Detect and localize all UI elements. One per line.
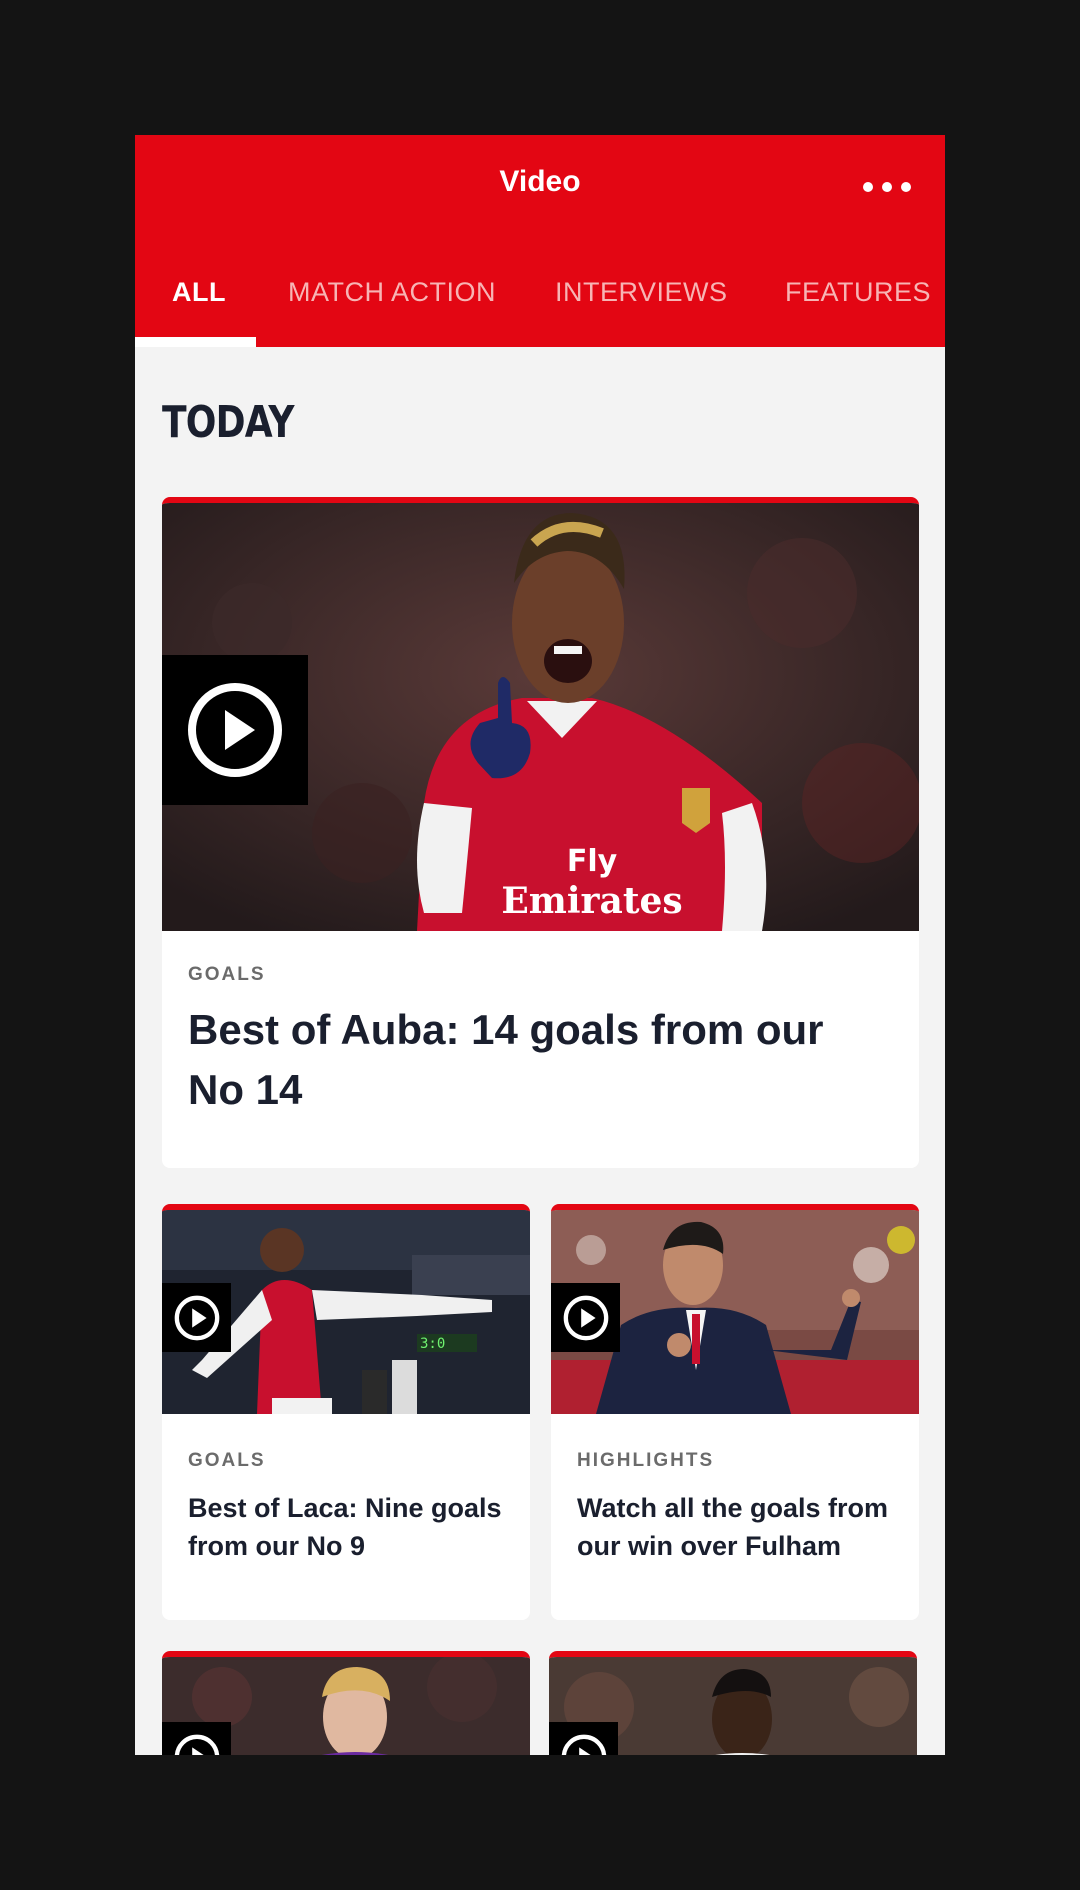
play-button[interactable]	[162, 655, 308, 805]
more-icon[interactable]	[863, 181, 911, 193]
play-button[interactable]	[162, 1283, 231, 1352]
featured-video-card[interactable]: Fly Emirates GOALS Best of Auba: 14 goal…	[162, 497, 919, 1168]
svg-text:Emirates: Emirates	[501, 880, 682, 922]
video-card[interactable]	[549, 1651, 917, 1755]
video-category: HIGHLIGHTS	[577, 1450, 715, 1471]
page-title: Video	[499, 165, 581, 198]
tab-all[interactable]: ALL	[172, 277, 226, 308]
play-button[interactable]	[549, 1722, 618, 1755]
section-title: TODAY	[162, 397, 295, 448]
tab-bar: ALL MATCH ACTION INTERVIEWS FEATURES	[135, 277, 945, 347]
app-screen: Video ALL MATCH ACTION INTERVIEWS FEATUR…	[135, 135, 945, 1755]
svg-text:3:0: 3:0	[420, 1336, 445, 1352]
video-card[interactable]: 3:0 GOALS Best of Laca: Nine goals from …	[162, 1204, 530, 1620]
video-title: Watch all the goals from our win over Fu…	[577, 1493, 889, 1561]
tab-features[interactable]: FEATURES	[785, 277, 931, 308]
play-button[interactable]	[551, 1283, 620, 1352]
play-icon	[188, 683, 282, 777]
tab-interviews[interactable]: INTERVIEWS	[555, 277, 728, 308]
video-card[interactable]	[162, 1651, 530, 1755]
play-icon	[563, 1295, 608, 1340]
play-button[interactable]	[162, 1722, 231, 1755]
active-tab-indicator	[135, 337, 256, 347]
video-title: Best of Laca: Nine goals from our No 9	[188, 1493, 502, 1561]
play-icon	[561, 1734, 606, 1755]
video-category: GOALS	[188, 1450, 266, 1471]
app-header: Video ALL MATCH ACTION INTERVIEWS FEATUR…	[135, 135, 945, 347]
video-category: GOALS	[188, 964, 266, 985]
play-icon	[174, 1734, 219, 1755]
video-card[interactable]: HIGHLIGHTS Watch all the goals from our …	[551, 1204, 919, 1620]
tab-match-action[interactable]: MATCH ACTION	[288, 277, 496, 308]
play-icon	[174, 1295, 219, 1340]
video-title: Best of Auba: 14 goals from our No 14	[188, 1006, 824, 1113]
svg-text:Fly: Fly	[567, 844, 618, 879]
